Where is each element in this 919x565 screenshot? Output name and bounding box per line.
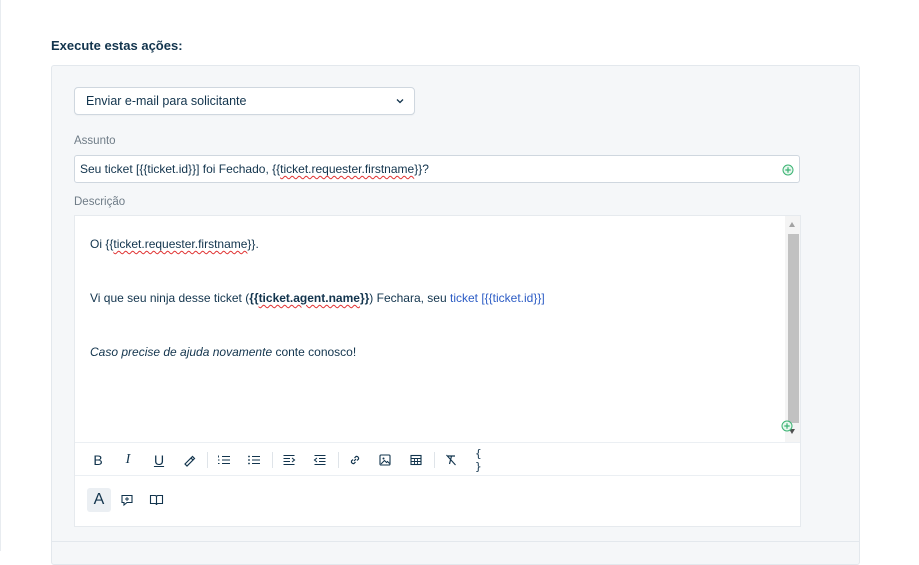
editor-line-2: Vi que seu ninja desse ticket ({{ticket.… [90,291,545,305]
left-border [0,0,1,551]
canned-response-button[interactable] [115,488,139,512]
solution-article-button[interactable] [144,488,168,512]
scroll-up-arrow-icon[interactable] [789,222,795,227]
text-mode-button[interactable]: A [87,488,111,512]
indent-button[interactable] [312,452,328,468]
description-label: Descrição [74,196,126,208]
clear-format-button[interactable] [443,452,459,468]
highlight-button[interactable] [181,452,197,468]
table-icon [410,454,422,466]
canned-response-icon [121,494,133,507]
code-icon: { } [475,447,482,473]
editor-content[interactable]: Oi {{ticket.requester.firstname}}. Vi qu… [75,216,785,442]
chevron-down-icon [396,99,404,104]
image-button[interactable] [377,452,393,468]
action-type-select[interactable]: Enviar e-mail para solicitante [74,87,415,115]
editor-toolbar: B I U { } [75,442,800,476]
solution-article-icon [149,494,163,506]
code-button[interactable]: { } [475,447,491,473]
section-title: Execute estas ações: [51,38,183,53]
toolbar-divider [434,452,435,468]
underline-button[interactable]: U [151,452,167,468]
ordered-list-button[interactable] [216,452,232,468]
editor-scrollbar[interactable] [785,216,800,442]
unordered-list-icon [248,455,260,465]
editor-line-1: Oi {{ticket.requester.firstname}}. [90,237,259,251]
link-button[interactable] [347,452,363,468]
subject-input[interactable]: Seu ticket [{{ticket.id}}] foi Fechado, … [74,155,800,183]
image-icon [379,454,391,466]
link-icon [350,455,360,465]
text-mode-icon: A [93,491,105,508]
outdent-icon [283,454,296,466]
highlight-icon [184,455,196,467]
toolbar-divider [272,452,273,468]
insert-placeholder-icon[interactable] [781,420,793,432]
ticket-link[interactable]: ticket [{{ticket.id}}] [450,291,545,305]
outdent-button[interactable] [281,452,297,468]
clear-format-icon [446,454,456,466]
insert-placeholder-icon[interactable] [782,164,794,176]
ordered-list-icon [218,455,230,465]
unordered-list-button[interactable] [246,452,262,468]
toolbar-divider [207,452,208,468]
action-type-value: Enviar e-mail para solicitante [86,94,247,108]
scroll-thumb[interactable] [788,234,799,423]
italic-button[interactable]: I [120,452,136,468]
toolbar-divider [338,452,339,468]
bold-button[interactable]: B [90,452,106,468]
subject-text: Seu ticket [{{ticket.id}}] foi Fechado, … [80,162,429,176]
table-button[interactable] [408,452,424,468]
editor-line-3: Caso precise de ajuda novamente conte co… [90,345,357,359]
panel-divider [52,541,859,542]
description-editor[interactable]: Oi {{ticket.requester.firstname}}. Vi qu… [74,215,801,527]
indent-icon [313,454,326,466]
subject-label: Assunto [74,135,116,147]
